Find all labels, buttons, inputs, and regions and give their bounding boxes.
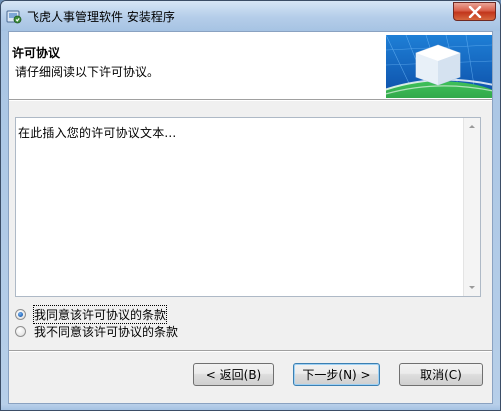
next-button[interactable]: 下一步(N) >: [293, 363, 380, 386]
title-bar[interactable]: 飞虎人事管理软件 安装程序: [1, 1, 500, 31]
window-bottom-frame: [1, 404, 500, 410]
license-text-area[interactable]: 在此插入您的许可协议文本...: [15, 117, 481, 297]
accept-option[interactable]: 我同意该许可协议的条款: [15, 304, 168, 324]
scroll-up-arrow-icon[interactable]: [464, 118, 480, 135]
back-button[interactable]: < 返回(B): [193, 363, 274, 386]
license-text: 在此插入您的许可协议文本...: [18, 126, 177, 140]
installer-window: 飞虎人事管理软件 安装程序 许可协议 请仔细阅读以下许可协议。 在此插入您的许可…: [0, 0, 501, 411]
header-divider: [9, 100, 492, 101]
page-subtitle: 请仔细阅读以下许可协议。: [15, 65, 160, 79]
page-title: 许可协议: [12, 46, 61, 60]
installer-banner-cube-icon: [386, 35, 492, 98]
close-button[interactable]: [453, 2, 496, 21]
window-title: 飞虎人事管理软件 安装程序: [27, 10, 175, 24]
license-scrollbar[interactable]: [463, 118, 480, 296]
page-header: 许可协议 请仔细阅读以下许可协议。: [9, 32, 492, 100]
accept-radio[interactable]: [15, 308, 26, 320]
installer-app-icon: [6, 10, 22, 24]
footer-divider: [9, 350, 492, 352]
close-icon: [468, 6, 482, 18]
accept-label: 我同意该许可协议的条款: [32, 304, 168, 324]
decline-radio[interactable]: [15, 325, 26, 337]
scroll-down-arrow-icon[interactable]: [464, 279, 480, 296]
cancel-button[interactable]: 取消(C): [399, 363, 483, 386]
decline-option[interactable]: 我不同意该许可协议的条款: [15, 323, 178, 339]
decline-label: 我不同意该许可协议的条款: [34, 324, 179, 339]
dialog-client-area: 许可协议 请仔细阅读以下许可协议。 在此插入您的许可协议文本... 我同意该许可…: [8, 31, 493, 404]
